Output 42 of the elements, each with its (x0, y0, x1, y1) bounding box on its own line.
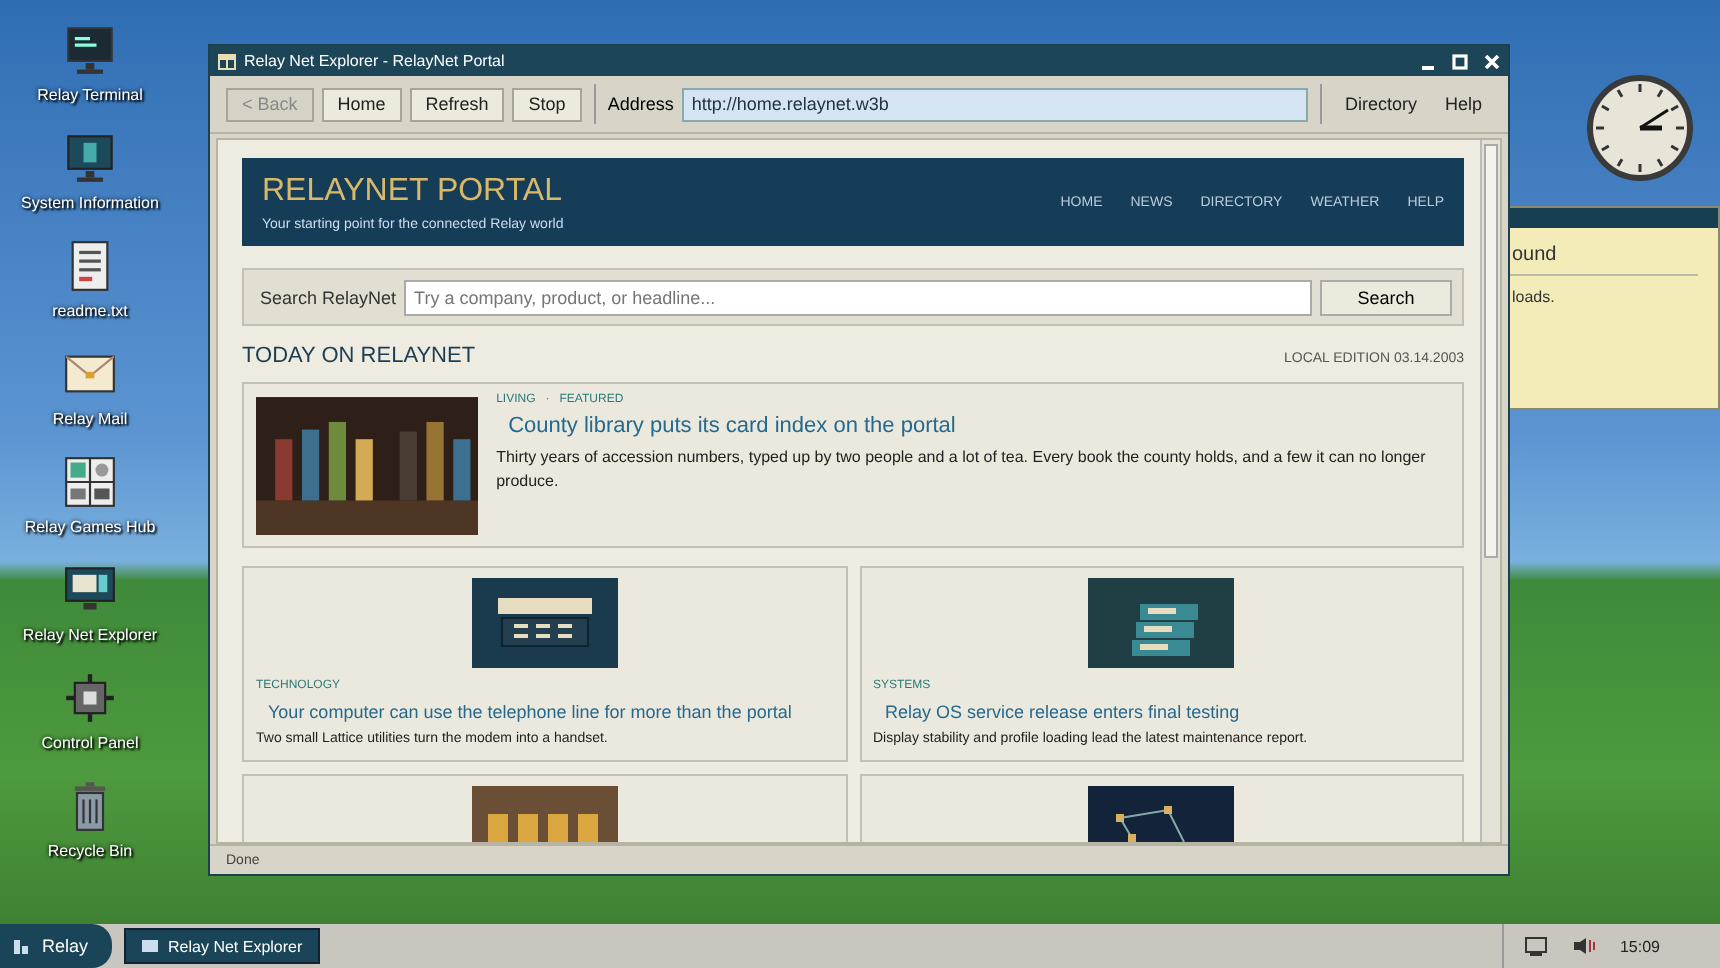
search-field[interactable]: Try a company, product, or headline... (404, 279, 1312, 315)
clock-time: 15:09 (1619, 937, 1660, 955)
desktop-icon-label[interactable]: readme.txt (52, 302, 128, 320)
scroll-thumb[interactable] (1484, 144, 1498, 558)
article-summary: Thirty years of accession numbers, typed up by two people and a lot of tea. Every book the county holds, and a few it can no longer produce. (496, 446, 1428, 493)
menu-item[interactable]: Help (1434, 94, 1492, 114)
game-grid-icon[interactable] (63, 456, 116, 508)
start-logo-icon (12, 937, 30, 955)
taskbar-button[interactable]: Relay Net Explorer (124, 928, 321, 964)
menu-item[interactable]: Directory (1334, 94, 1427, 114)
article-headline[interactable]: County library puts its card index on the portal (508, 414, 1450, 438)
close-icon[interactable] (1484, 53, 1500, 69)
address-label: Address (607, 94, 674, 114)
toolbar-button[interactable]: Home (321, 87, 402, 121)
desktop-icon-label[interactable]: Relay Terminal (37, 86, 143, 104)
monitor-icon[interactable] (63, 132, 116, 184)
maximize-icon[interactable] (1452, 53, 1468, 69)
chip-icon[interactable] (63, 672, 116, 724)
search-label: Search RelayNet (260, 287, 397, 307)
browser-icon[interactable] (63, 564, 116, 616)
search-button[interactable]: Search (1320, 279, 1452, 315)
desktop-icon-label[interactable]: Control Panel (41, 734, 139, 752)
article-headline[interactable]: Relay OS service release enters final testing (885, 702, 1450, 722)
article-headline[interactable]: Your computer can use the telephone line for more than the portal (268, 702, 833, 722)
desktop-icon-label[interactable]: Relay Net Explorer (22, 626, 158, 644)
monitor-icon[interactable] (1523, 936, 1548, 956)
desktop-icon-label[interactable]: System Information (21, 194, 159, 212)
address-field[interactable]: http://home.relaynet.w3b (681, 87, 1309, 121)
toolbar-button[interactable]: Refresh (409, 87, 505, 121)
window-icon (142, 940, 159, 952)
window-title: Relay Net Explorer - RelayNet Portal (244, 52, 507, 70)
clock-icon (1586, 74, 1694, 182)
start-button[interactable]: Relay (0, 924, 113, 968)
portal-title: RELAYNET PORTAL (262, 173, 564, 209)
toolbar-button[interactable]: Stop (512, 87, 582, 121)
speaker-icon[interactable] (1571, 936, 1596, 956)
scrollbar[interactable] (1480, 140, 1500, 842)
terminal-icon[interactable] (63, 24, 116, 76)
desktop-icon-label[interactable]: Recycle Bin (47, 842, 133, 860)
section-heading: TODAY ON RELAYNET (242, 344, 476, 368)
note-text: loads. (1510, 286, 1557, 306)
browser-icon (218, 53, 236, 69)
